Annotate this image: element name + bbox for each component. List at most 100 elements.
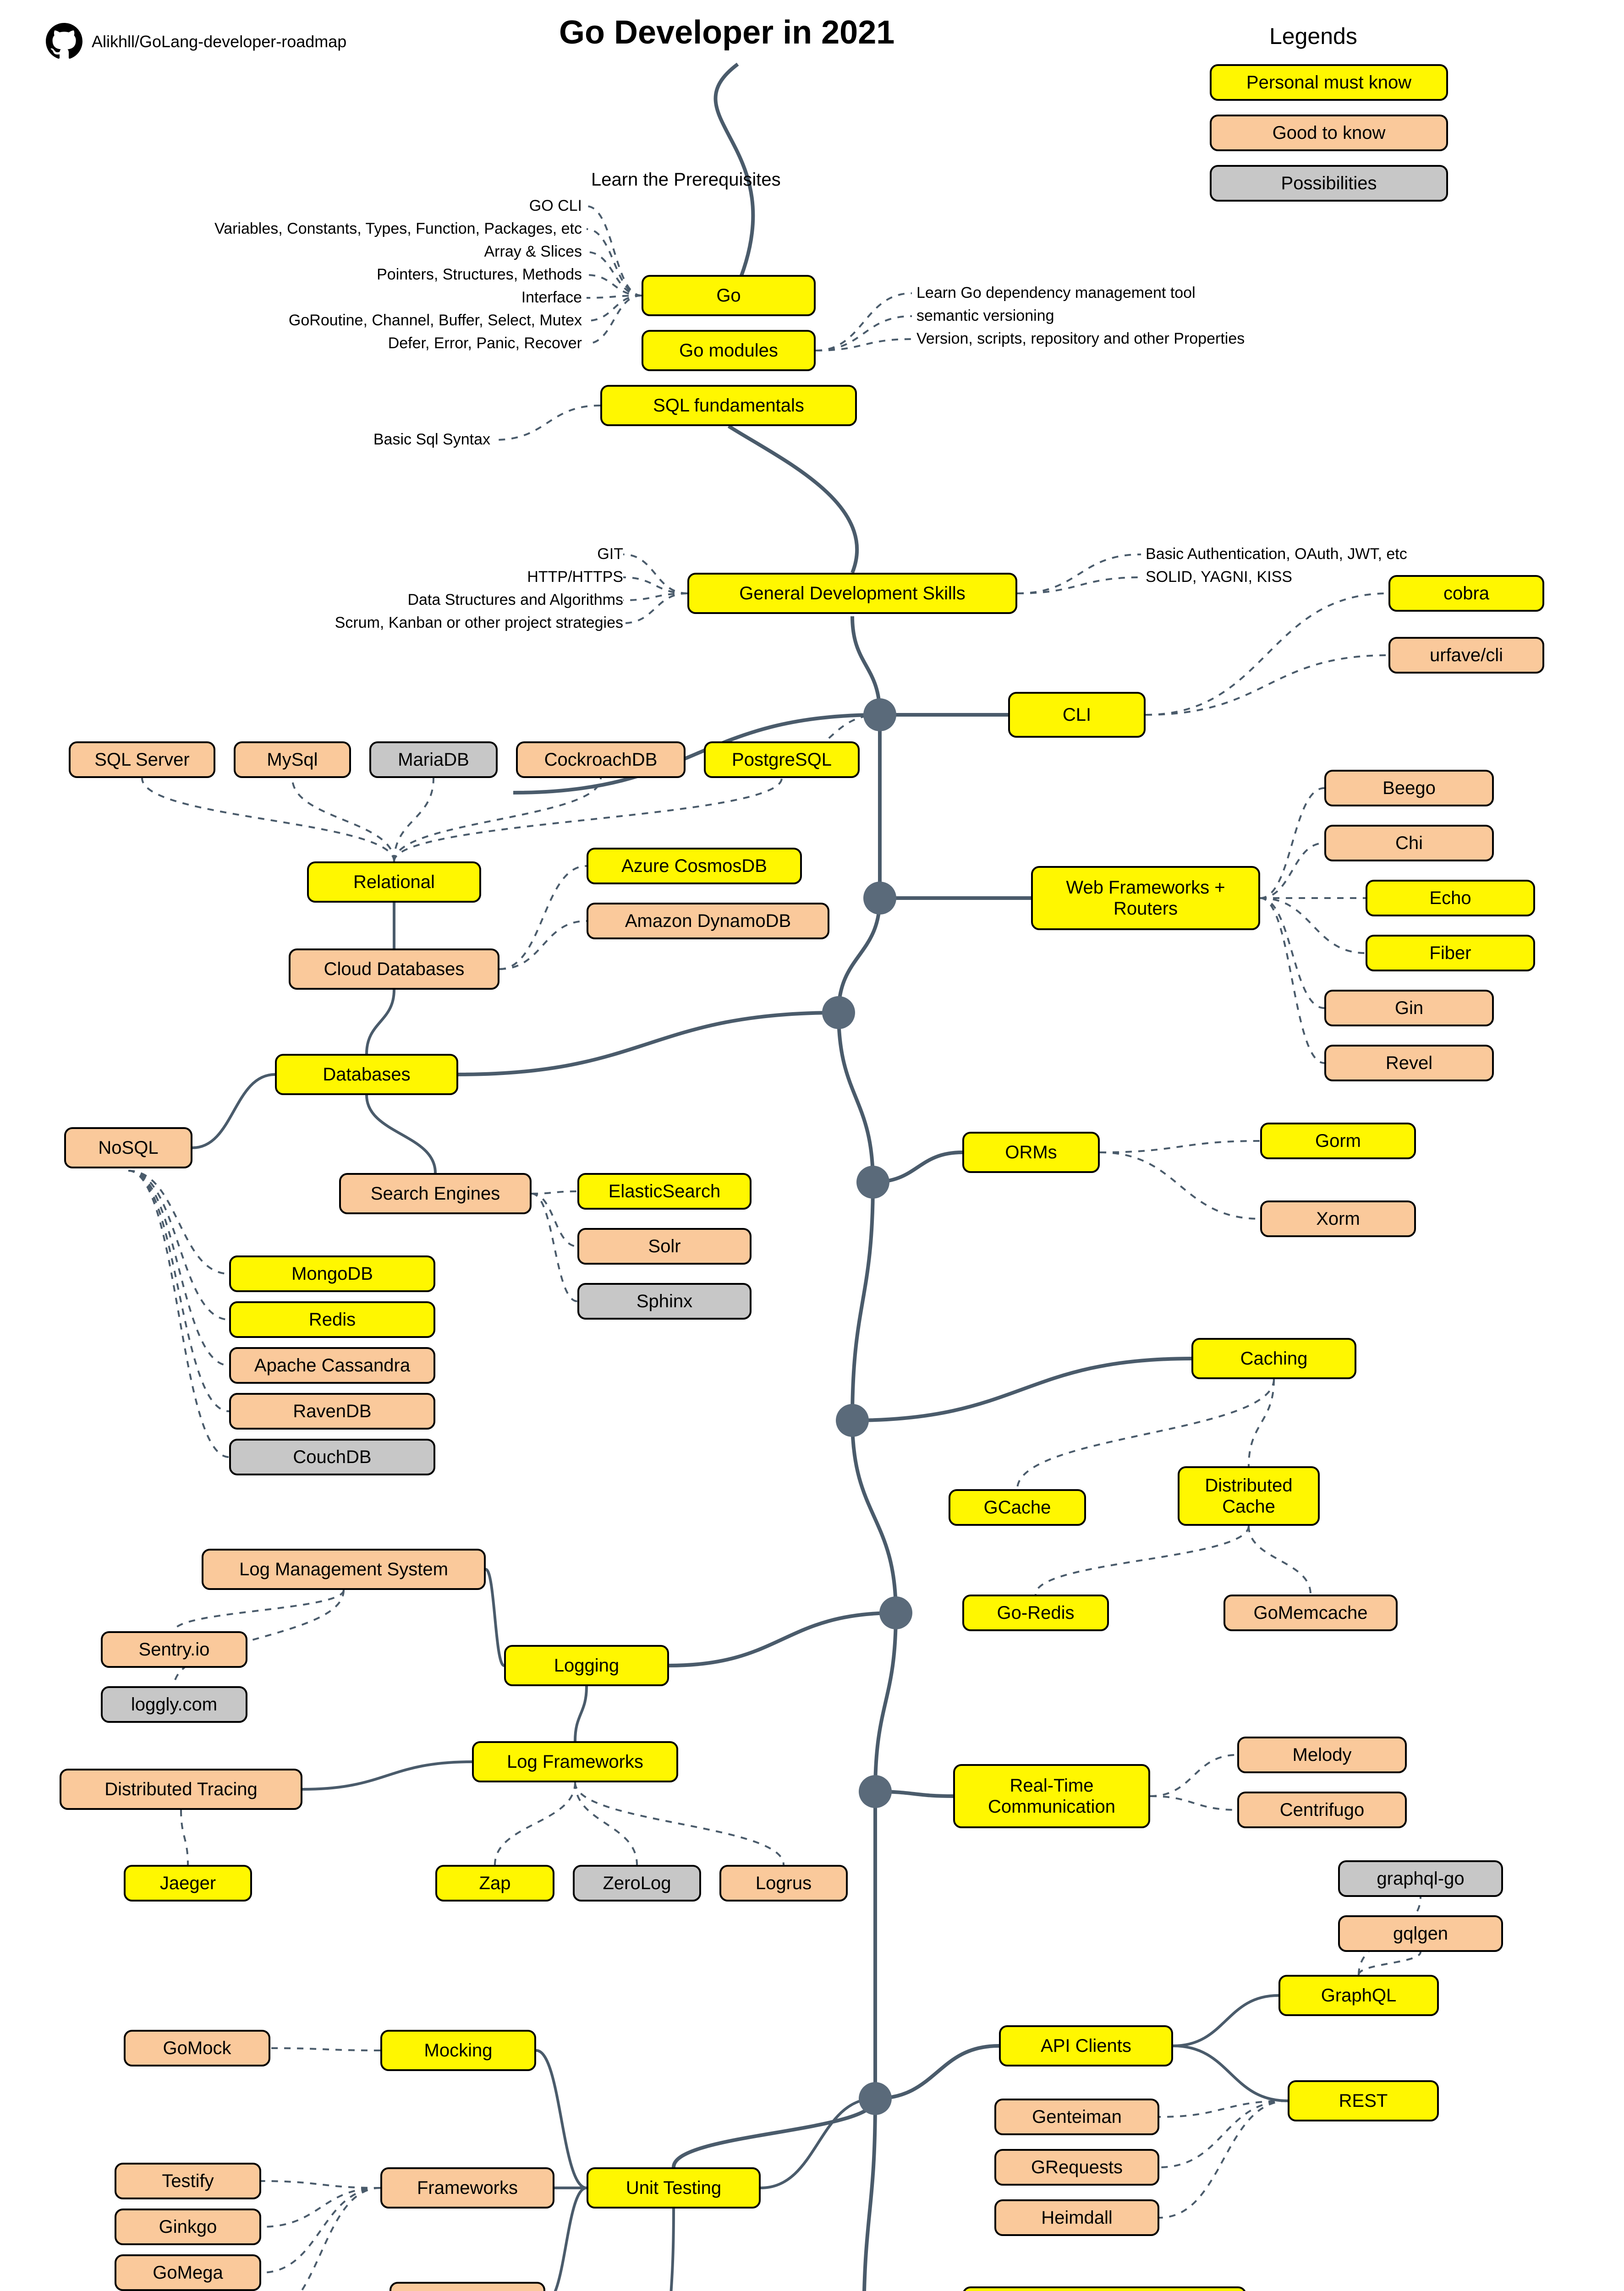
gomega-node: GoMega bbox=[115, 2254, 261, 2291]
sqlserver-node: SQL Server bbox=[69, 741, 215, 778]
cassandra-node: Apache Cassandra bbox=[229, 1347, 435, 1384]
gomock-node: GoMock bbox=[124, 2030, 270, 2066]
rtc-node: Real-Time Communication bbox=[953, 1764, 1150, 1828]
legend-good: Good to know bbox=[1210, 115, 1448, 151]
ginkgo-node: Ginkgo bbox=[115, 2209, 261, 2245]
go-note: GoRoutine, Channel, Buffer, Select, Mute… bbox=[188, 312, 582, 329]
gomod-note: Version, scripts, repository and other P… bbox=[916, 330, 1245, 348]
testify-node: Testify bbox=[115, 2163, 261, 2199]
goredis-node: Go-Redis bbox=[962, 1595, 1109, 1631]
gds-note: HTTP/HTTPS bbox=[367, 568, 623, 586]
gds-note-r: SOLID, YAGNI, KISS bbox=[1146, 568, 1292, 586]
log-mgmt-node: Log Management System bbox=[202, 1549, 486, 1590]
assertion-node: Assertion bbox=[390, 2282, 545, 2291]
jaeger-node: Jaeger bbox=[124, 1865, 252, 1902]
zerolog-node: ZeroLog bbox=[573, 1865, 701, 1902]
genteiman-node: Genteiman bbox=[994, 2099, 1159, 2135]
mongodb-node: MongoDB bbox=[229, 1255, 435, 1292]
ravendb-node: RavenDB bbox=[229, 1393, 435, 1430]
xorm-node: Xorm bbox=[1260, 1200, 1416, 1237]
graphql-node: GraphQL bbox=[1278, 1975, 1439, 2016]
grequests-node: GRequests bbox=[994, 2149, 1159, 2186]
go-note: Variables, Constants, Types, Function, P… bbox=[142, 220, 582, 238]
learn-prereq-label: Learn the Prerequisites bbox=[591, 170, 781, 190]
general-dev-skills-node: General Development Skills bbox=[687, 573, 1017, 614]
go-node: Go bbox=[642, 275, 816, 316]
gds-note: Scrum, Kanban or other project strategie… bbox=[183, 614, 623, 632]
sql-note: Basic Sql Syntax bbox=[280, 431, 490, 449]
relational-node: Relational bbox=[307, 861, 481, 903]
legend-personal: Personal must know bbox=[1210, 64, 1448, 101]
webfw-node: Web Frameworks + Routers bbox=[1031, 866, 1260, 930]
unit-testing-node: Unit Testing bbox=[587, 2167, 761, 2209]
log-frameworks-node: Log Frameworks bbox=[472, 1741, 678, 1782]
caching-node: Caching bbox=[1191, 1338, 1356, 1379]
spine-dot bbox=[859, 2082, 892, 2115]
gorm-node: Gorm bbox=[1260, 1123, 1416, 1159]
melody-node: Melody bbox=[1237, 1737, 1407, 1773]
gomod-note: semantic versioning bbox=[916, 307, 1054, 325]
fiber-node: Fiber bbox=[1366, 935, 1535, 971]
solr-node: Solr bbox=[577, 1228, 752, 1265]
spine-dot bbox=[863, 882, 896, 915]
spine-dot bbox=[856, 1166, 889, 1199]
sentry-node: Sentry.io bbox=[101, 1631, 247, 1668]
beego-node: Beego bbox=[1324, 770, 1494, 806]
revel-node: Revel bbox=[1324, 1045, 1494, 1081]
api-clients-node: API Clients bbox=[999, 2025, 1173, 2066]
cockroach-node: CockroachDB bbox=[516, 741, 686, 778]
elastic-node: ElasticSearch bbox=[577, 1173, 752, 1210]
gomod-note: Learn Go dependency management tool bbox=[916, 284, 1196, 302]
testing-frameworks-node: Frameworks bbox=[380, 2167, 554, 2209]
mysql-node: MySql bbox=[234, 741, 351, 778]
couchdb-node: CouchDB bbox=[229, 1439, 435, 1475]
legends-title: Legends bbox=[1269, 23, 1357, 49]
cli-node: CLI bbox=[1008, 692, 1146, 738]
gomemcache-node: GoMemcache bbox=[1223, 1595, 1398, 1631]
legend-poss: Possibilities bbox=[1210, 165, 1448, 202]
zap-node: Zap bbox=[435, 1865, 554, 1902]
logging-node: Logging bbox=[504, 1645, 669, 1686]
nosql-node: NoSQL bbox=[64, 1127, 192, 1168]
sphinx-node: Sphinx bbox=[577, 1283, 752, 1320]
go-note: Pointers, Structures, Methods bbox=[280, 266, 582, 284]
repo-path: Alikhll/GoLang-developer-roadmap bbox=[92, 32, 346, 51]
orms-node: ORMs bbox=[962, 1132, 1100, 1173]
gcache-node: GCache bbox=[949, 1489, 1086, 1526]
postgres-node: PostgreSQL bbox=[704, 741, 860, 778]
gqlgen-node: gqlgen bbox=[1338, 1915, 1503, 1952]
graphql-go-node: graphql-go bbox=[1338, 1860, 1503, 1897]
cobra-node: cobra bbox=[1388, 575, 1544, 612]
gds-note-r: Basic Authentication, OAuth, JWT, etc bbox=[1146, 545, 1407, 563]
mariadb-node: MariaDB bbox=[369, 741, 498, 778]
cosmos-node: Azure CosmosDB bbox=[587, 848, 802, 884]
dist-tracing-node: Distributed Tracing bbox=[60, 1769, 302, 1810]
dynamodb-node: Amazon DynamoDB bbox=[587, 903, 829, 939]
page-title: Go Developer in 2021 bbox=[559, 14, 894, 51]
echo-node: Echo bbox=[1366, 880, 1535, 916]
clouddb-node: Cloud Databases bbox=[289, 948, 499, 990]
go-note: Defer, Error, Panic, Recover bbox=[280, 334, 582, 352]
rest-node: REST bbox=[1288, 2080, 1439, 2121]
spine-dot bbox=[863, 698, 896, 731]
mocking-node: Mocking bbox=[380, 2030, 536, 2071]
spine-dot bbox=[836, 1404, 869, 1437]
centrifugo-node: Centrifugo bbox=[1237, 1792, 1407, 1828]
spine-dot bbox=[822, 996, 855, 1029]
logrus-node: Logrus bbox=[719, 1865, 848, 1902]
urfave-node: urfave/cli bbox=[1388, 637, 1544, 674]
loggly-node: loggly.com bbox=[101, 1686, 247, 1723]
sql-fundamentals-node: SQL fundamentals bbox=[600, 385, 857, 426]
gin-node: Gin bbox=[1324, 990, 1494, 1026]
go-note: Interface bbox=[325, 289, 582, 307]
github-icon bbox=[46, 23, 82, 60]
redis-node: Redis bbox=[229, 1301, 435, 1338]
go-note: GO CLI bbox=[325, 197, 582, 215]
good-libs-node: Good to Know Libraries bbox=[962, 2286, 1246, 2291]
chi-node: Chi bbox=[1324, 825, 1494, 861]
dist-cache-node: Distributed Cache bbox=[1178, 1466, 1320, 1526]
go-modules-node: Go modules bbox=[642, 330, 816, 371]
spine-dot bbox=[859, 1775, 892, 1808]
go-note: Array & Slices bbox=[325, 243, 582, 261]
spine-dot bbox=[879, 1596, 912, 1629]
